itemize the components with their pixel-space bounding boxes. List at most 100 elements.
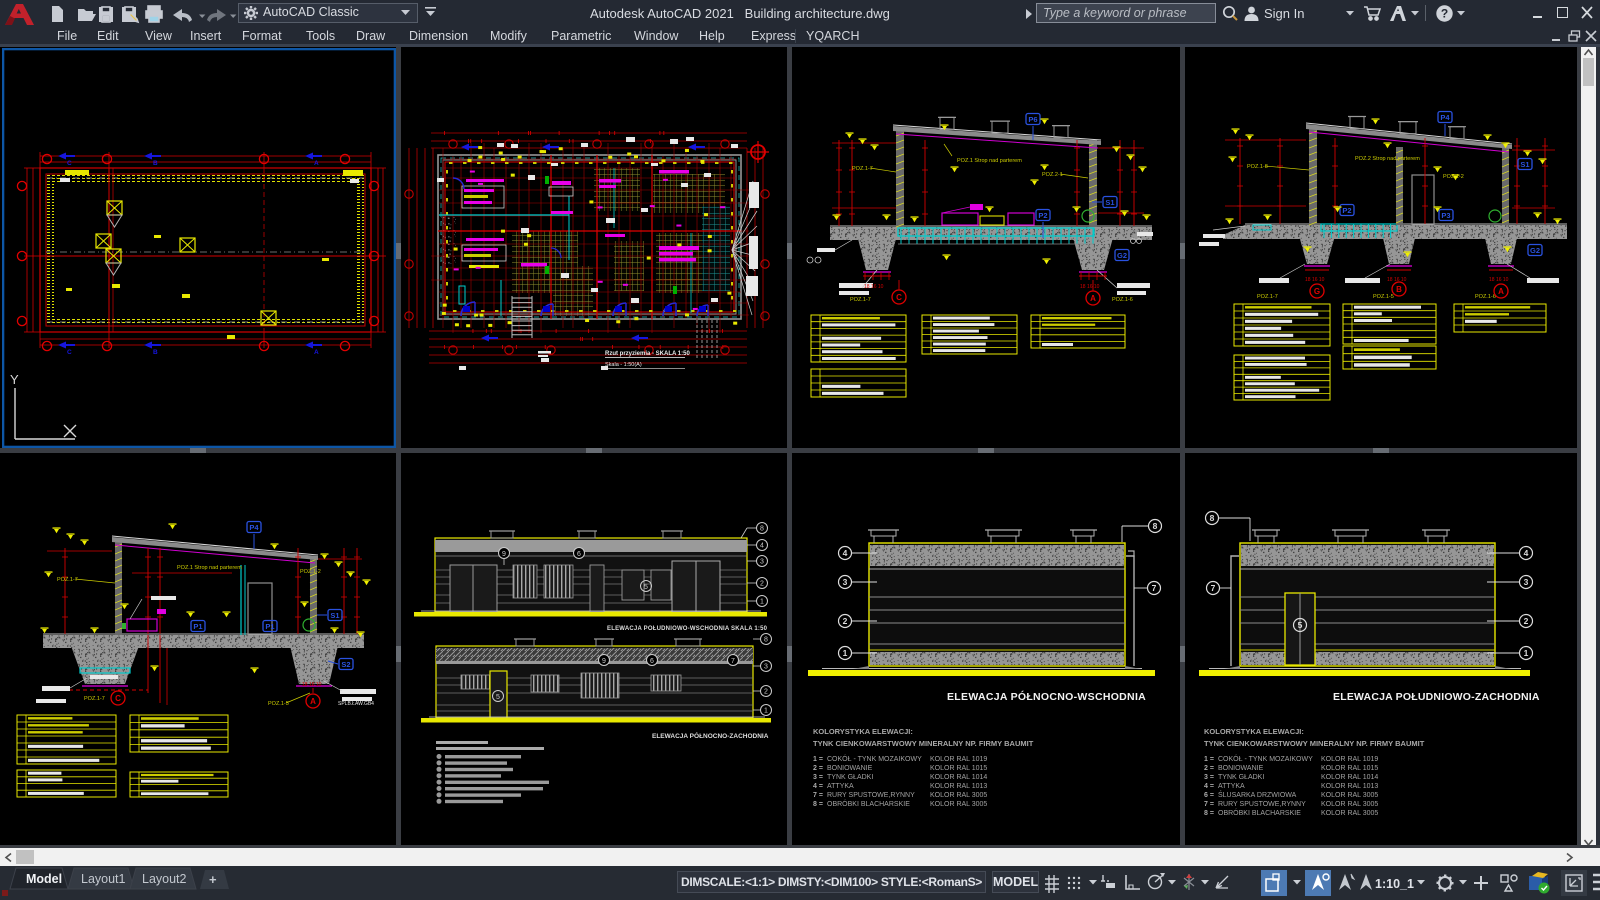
svg-text:+: +	[209, 872, 217, 887]
svg-text:C: C	[896, 293, 902, 302]
svg-text:Y: Y	[10, 372, 19, 387]
svg-text:POZ.1-7: POZ.1-7	[1257, 294, 1278, 300]
svg-text:8 =: 8 =	[813, 801, 823, 808]
svg-text:POZ.1-7: POZ.1-7	[57, 577, 78, 583]
svg-text:3 =: 3 =	[813, 774, 823, 781]
svg-text:POZ.1-6: POZ.1-6	[1112, 297, 1133, 303]
svg-text:2: 2	[760, 581, 764, 588]
svg-text:S1: S1	[1520, 160, 1529, 169]
svg-text:18 16 10: 18 16 10	[1305, 277, 1325, 283]
svg-text:18 16 10: 18 16 10	[1489, 277, 1509, 283]
svg-text:1 =: 1 =	[1204, 756, 1214, 763]
svg-text:A: A	[314, 160, 319, 167]
svg-text:18 16 10: 18 16 10	[302, 682, 322, 688]
svg-text:6 =: 6 =	[1204, 792, 1214, 799]
svg-text:KOLOR RAL 1013: KOLOR RAL 1013	[930, 783, 987, 790]
svg-text:KOLOR RAL 1015: KOLOR RAL 1015	[1321, 765, 1378, 772]
svg-text:G: G	[1314, 287, 1320, 296]
svg-text:A: A	[1498, 287, 1504, 296]
svg-text:B: B	[1396, 285, 1402, 294]
svg-text:5: 5	[644, 584, 648, 591]
svg-text:TYNK GŁADKI: TYNK GŁADKI	[1218, 774, 1264, 781]
svg-text:2 =: 2 =	[1204, 765, 1214, 772]
svg-text:SPLB.ŁAW.GB4: SPLB.ŁAW.GB4	[338, 701, 374, 707]
svg-text:2: 2	[1524, 616, 1529, 626]
svg-text:Model: Model	[26, 872, 62, 886]
svg-text:KOLOR RAL 3005: KOLOR RAL 3005	[930, 792, 987, 799]
svg-text:8: 8	[1153, 521, 1158, 531]
svg-text:KOLOR RAL 1019: KOLOR RAL 1019	[930, 756, 987, 763]
svg-text:5: 5	[1298, 620, 1303, 630]
svg-text:A: A	[314, 349, 319, 356]
svg-text:POZ.2-1: POZ.2-1	[1042, 172, 1063, 178]
svg-text:KOLOR RAL 1019: KOLOR RAL 1019	[1321, 756, 1378, 763]
svg-text:KOLOR RAL 1014: KOLOR RAL 1014	[930, 774, 987, 781]
svg-text:POZ.1-8: POZ.1-8	[1247, 164, 1268, 170]
svg-text:P3: P3	[1441, 211, 1450, 220]
svg-text:B: B	[153, 349, 158, 356]
svg-text:?: ?	[1441, 7, 1448, 21]
svg-text:S1: S1	[1105, 198, 1114, 207]
svg-text:S2: S2	[341, 660, 350, 669]
svg-text:1: 1	[764, 708, 768, 715]
svg-text:B: B	[153, 160, 158, 167]
svg-text:7: 7	[1211, 583, 1216, 593]
svg-text:3 =: 3 =	[1204, 774, 1214, 781]
svg-text:3: 3	[764, 664, 768, 671]
svg-text:2 =: 2 =	[813, 765, 823, 772]
svg-text:18 16 10: 18 16 10	[864, 284, 884, 290]
svg-text:TYNK CIENKOWARSTWOWY MINERALNY: TYNK CIENKOWARSTWOWY MINERALNY NP. FIRMY…	[1204, 739, 1425, 748]
svg-text:POZ.1-7: POZ.1-7	[850, 297, 871, 303]
svg-text:9: 9	[602, 658, 606, 665]
svg-text:KOLOR RAL 1014: KOLOR RAL 1014	[1321, 774, 1378, 781]
svg-text:Rzut przyziemia - SKALA 1:50: Rzut przyziemia - SKALA 1:50	[605, 351, 690, 357]
svg-text:ELEWACJA PÓŁNOCNO-ZACHODNIA: ELEWACJA PÓŁNOCNO-ZACHODNIA	[652, 731, 769, 740]
svg-text:4: 4	[760, 543, 764, 550]
svg-text:P2: P2	[1342, 206, 1351, 215]
svg-text:POZ.1-5: POZ.1-5	[268, 701, 289, 707]
svg-text:1:10_1: 1:10_1	[1375, 877, 1414, 891]
svg-text:RURY SPUSTOWE,RYNNY: RURY SPUSTOWE,RYNNY	[827, 792, 915, 799]
svg-text:BONIOWANIE: BONIOWANIE	[1218, 765, 1264, 772]
svg-text:9: 9	[502, 551, 506, 558]
svg-text:8: 8	[764, 637, 768, 644]
svg-text:OBRÓBKI BLACHARSKIE: OBRÓBKI BLACHARSKIE	[1218, 808, 1301, 817]
svg-text:KOLOR RAL 3005: KOLOR RAL 3005	[1321, 810, 1378, 817]
svg-text:1 =: 1 =	[813, 756, 823, 763]
svg-text:G2: G2	[1117, 251, 1127, 260]
svg-text:P4: P4	[1440, 113, 1450, 122]
svg-text:ATTYKA: ATTYKA	[1218, 783, 1245, 790]
svg-text:KOLOR RAL 1015: KOLOR RAL 1015	[930, 765, 987, 772]
svg-text:A: A	[310, 697, 316, 706]
svg-text:KOLOR RAL 3005: KOLOR RAL 3005	[1321, 801, 1378, 808]
svg-text:C: C	[115, 694, 121, 703]
svg-text:POZ.1-2: POZ.1-2	[300, 569, 321, 575]
svg-text:6: 6	[577, 551, 581, 558]
svg-text:Layout1: Layout1	[81, 872, 126, 886]
svg-text:1: 1	[1524, 648, 1529, 658]
svg-text:4 =: 4 =	[1204, 783, 1214, 790]
svg-text:ELEWACJA POŁUDNIOWO-ZACHODNIA: ELEWACJA POŁUDNIOWO-ZACHODNIA	[1333, 691, 1540, 703]
svg-text:7: 7	[1152, 583, 1157, 593]
svg-text:POZ.1-7: POZ.1-7	[852, 166, 873, 172]
svg-text:RURY SPUSTOWE,RYNNY: RURY SPUSTOWE,RYNNY	[1218, 801, 1306, 808]
svg-text:Skala - 1:50(A): Skala - 1:50(A)	[605, 362, 642, 368]
svg-text:3: 3	[1524, 577, 1529, 587]
svg-text:P2: P2	[1038, 211, 1047, 220]
svg-text:KOLOR RAL 3005: KOLOR RAL 3005	[1321, 792, 1378, 799]
svg-text:8: 8	[1210, 513, 1215, 523]
svg-text:COKÓŁ - TYNK MOZAIKOWY: COKÓŁ - TYNK MOZAIKOWY	[827, 754, 922, 763]
svg-text:POZ.2 Strop nad parterem: POZ.2 Strop nad parterem	[1355, 156, 1420, 162]
svg-text:C: C	[67, 160, 72, 167]
svg-text:POZ.1 Strop nad parterem: POZ.1 Strop nad parterem	[177, 565, 242, 571]
svg-text:5: 5	[496, 694, 500, 701]
svg-text:ŚLUSARKA DRZWIOWA: ŚLUSARKA DRZWIOWA	[1218, 790, 1297, 799]
svg-text:8: 8	[760, 526, 764, 533]
svg-text:18 16 10: 18 16 10	[1387, 277, 1407, 283]
svg-text:P4: P4	[249, 523, 259, 532]
svg-text:ATTYKA: ATTYKA	[827, 783, 854, 790]
svg-text:G2: G2	[1530, 246, 1540, 255]
svg-text:P6: P6	[1028, 115, 1037, 124]
svg-text:TYNK GŁADKI: TYNK GŁADKI	[827, 774, 873, 781]
svg-text:4: 4	[1524, 548, 1529, 558]
